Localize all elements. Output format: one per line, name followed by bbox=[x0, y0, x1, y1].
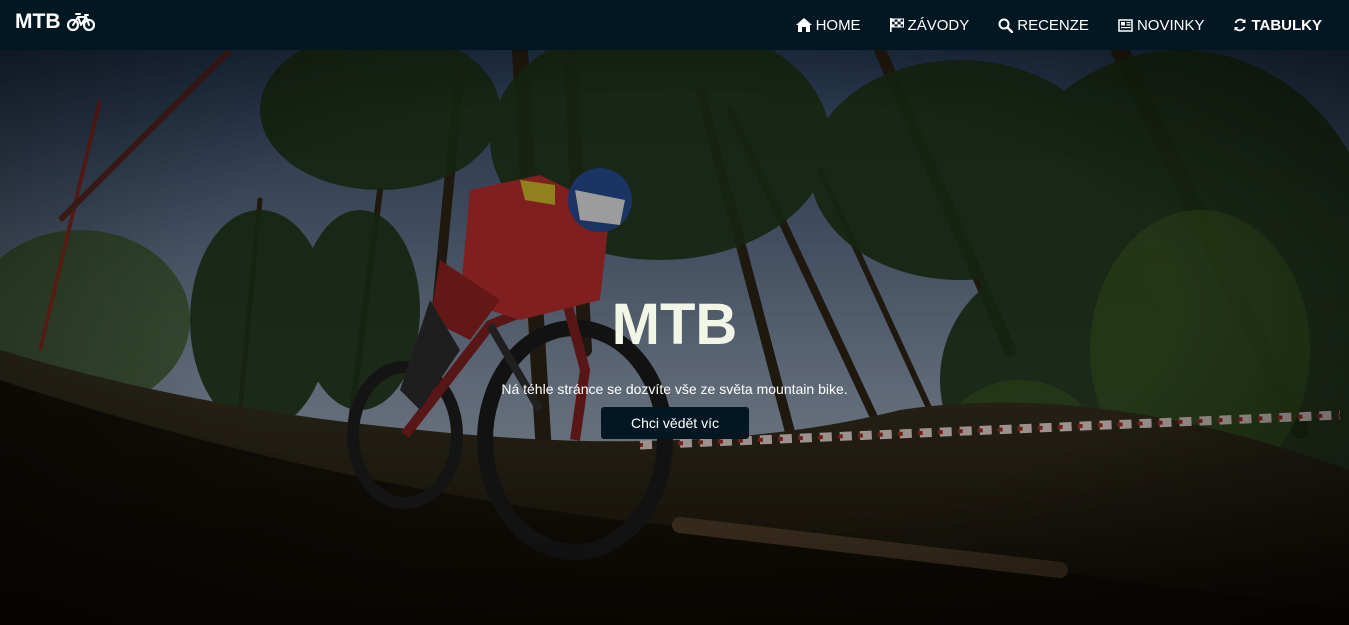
nav-item-label: HOME bbox=[815, 16, 861, 34]
nav-item-zavody[interactable]: ZÁVODY bbox=[889, 16, 970, 34]
bicycle-icon bbox=[66, 13, 95, 32]
nav-item-home[interactable]: HOME bbox=[795, 16, 861, 34]
hero-title: MTB bbox=[611, 292, 738, 357]
nav-item-label: TABULKY bbox=[1251, 16, 1322, 34]
brand-link[interactable]: MTB bbox=[15, 10, 95, 34]
refresh-icon bbox=[1234, 18, 1246, 32]
nav-item-label: ZÁVODY bbox=[907, 16, 970, 34]
home-icon bbox=[795, 18, 812, 32]
nav-item-label: NOVINKY bbox=[1136, 16, 1205, 34]
brand-name: MTB bbox=[15, 10, 61, 33]
nav-item-label: RECENZE bbox=[1017, 16, 1089, 34]
search-icon bbox=[998, 18, 1014, 33]
learn-more-button[interactable]: Chci vědět víc bbox=[601, 407, 749, 439]
flag-checkered-icon bbox=[889, 18, 904, 32]
hero-section: MTB Ná téhle stránce se dozvíte vše ze s… bbox=[0, 50, 1349, 625]
nav-item-novinky[interactable]: NOVINKY bbox=[1118, 16, 1205, 34]
hero-subtitle: Ná téhle stránce se dozvíte vše ze světa… bbox=[501, 381, 848, 397]
nav-item-recenze[interactable]: RECENZE bbox=[998, 17, 1089, 34]
navbar: MTB HOME ZÁVODY RECENZE NOVINKY TABULKY bbox=[0, 0, 1349, 50]
main-nav: HOME ZÁVODY RECENZE NOVINKY TABULKY bbox=[767, 0, 1322, 50]
nav-item-tabulky[interactable]: TABULKY bbox=[1233, 17, 1322, 34]
newspaper-icon bbox=[1118, 18, 1133, 32]
